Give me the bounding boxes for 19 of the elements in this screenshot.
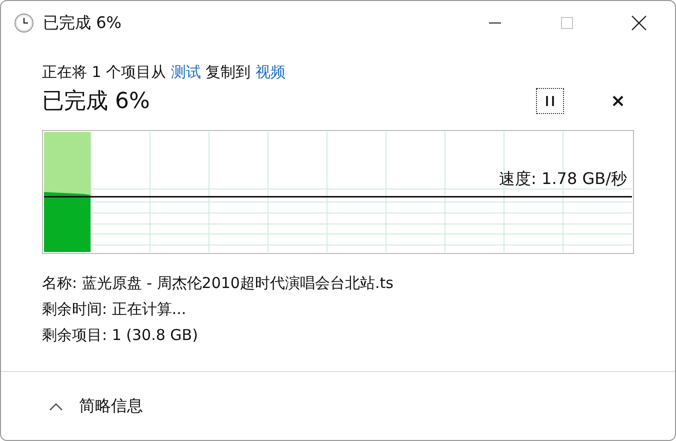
clock-icon [14, 13, 34, 33]
collapse-button[interactable]: 简略信息 [45, 392, 147, 420]
copy-description: 正在将 1 个项目从 测试 复制到 视频 [42, 63, 286, 82]
speed-label: 速度: 1.78 GB/秒 [499, 169, 627, 190]
chevron-up-icon [49, 402, 63, 410]
detail-text: 剩余项目: 1 (30.8 GB) [42, 325, 199, 346]
maximize-icon [560, 16, 574, 30]
progress-heading: 已完成 6% [42, 88, 151, 116]
speed-history-drawing [44, 192, 91, 252]
minimize-icon [489, 22, 501, 24]
pause-button[interactable] [536, 88, 564, 114]
pause-icon [545, 95, 555, 107]
detail-text: 剩余时间: 正在计算... [42, 299, 188, 320]
detail-text: 名称: 蓝光原盘 - 周杰伦2010超时代演唱会台北站.ts [42, 273, 394, 294]
close-icon [631, 15, 647, 31]
window-title: 已完成 6% [43, 12, 122, 34]
folder-link[interactable]: 视频 [255, 63, 286, 81]
folder-link[interactable]: 测试 [170, 63, 201, 81]
close-icon [612, 95, 624, 107]
